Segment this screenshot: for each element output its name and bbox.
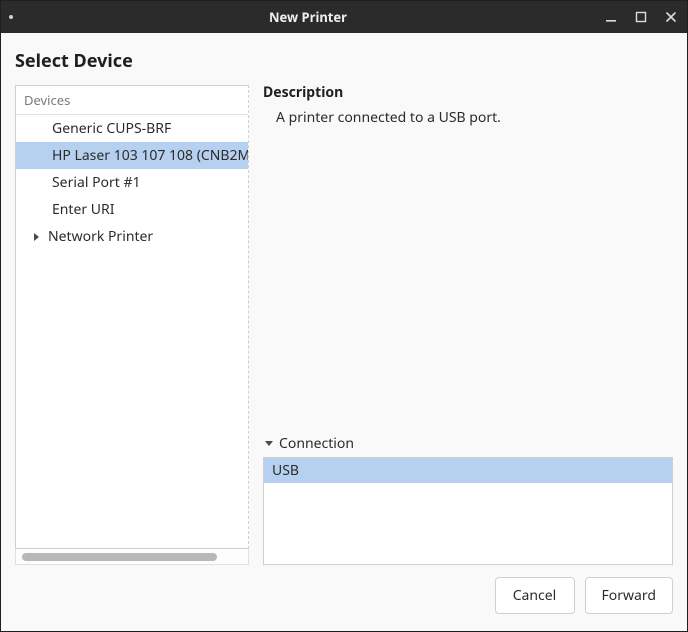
new-printer-window: New Printer Select Device Devices Generi… (0, 0, 688, 632)
device-item-label: HP Laser 103 107 108 (CNB2M8PV (52, 146, 248, 165)
page-title: Select Device (15, 49, 673, 73)
content-area: Select Device Devices Generic CUPS-BRF H… (1, 33, 687, 573)
device-item-network-printer[interactable]: Network Printer (16, 223, 248, 250)
connection-header[interactable]: Connection (263, 434, 673, 457)
cancel-button[interactable]: Cancel (495, 577, 575, 614)
body-row: Devices Generic CUPS-BRF HP Laser 103 10… (15, 85, 673, 565)
description-title: Description (263, 83, 673, 102)
device-item-label: Network Printer (48, 227, 153, 246)
expand-down-icon (265, 441, 273, 446)
devices-tree[interactable]: Devices Generic CUPS-BRF HP Laser 103 10… (15, 85, 249, 549)
connection-list[interactable]: USB (263, 457, 673, 565)
connection-title: Connection (279, 434, 354, 453)
titlebar[interactable]: New Printer (1, 1, 687, 33)
minimize-button[interactable] (603, 9, 619, 25)
scrollbar-thumb[interactable] (22, 553, 217, 561)
device-item-label: Generic CUPS-BRF (52, 119, 171, 138)
window-title: New Printer (13, 8, 603, 26)
device-item-hp-laser[interactable]: HP Laser 103 107 108 (CNB2M8PV (16, 142, 248, 169)
connection-item-label: USB (272, 461, 299, 480)
maximize-button[interactable] (633, 9, 649, 25)
spacer (263, 127, 673, 434)
device-item-generic-cups-brf[interactable]: Generic CUPS-BRF (16, 115, 248, 142)
connection-item-usb[interactable]: USB (264, 458, 672, 483)
expand-right-icon (34, 233, 39, 241)
devices-column-header[interactable]: Devices (16, 86, 248, 115)
devices-panel: Devices Generic CUPS-BRF HP Laser 103 10… (15, 85, 249, 565)
details-panel: Description A printer connected to a USB… (263, 85, 673, 565)
close-button[interactable] (663, 9, 679, 25)
device-item-serial-port-1[interactable]: Serial Port #1 (16, 169, 248, 196)
device-item-label: Serial Port #1 (52, 173, 141, 192)
description-text: A printer connected to a USB port. (263, 102, 673, 127)
devices-horizontal-scrollbar[interactable] (15, 549, 249, 565)
window-controls (603, 9, 679, 25)
forward-button[interactable]: Forward (585, 577, 674, 614)
device-item-label: Enter URI (52, 200, 115, 219)
dialog-footer: Cancel Forward (1, 573, 687, 631)
device-item-enter-uri[interactable]: Enter URI (16, 196, 248, 223)
